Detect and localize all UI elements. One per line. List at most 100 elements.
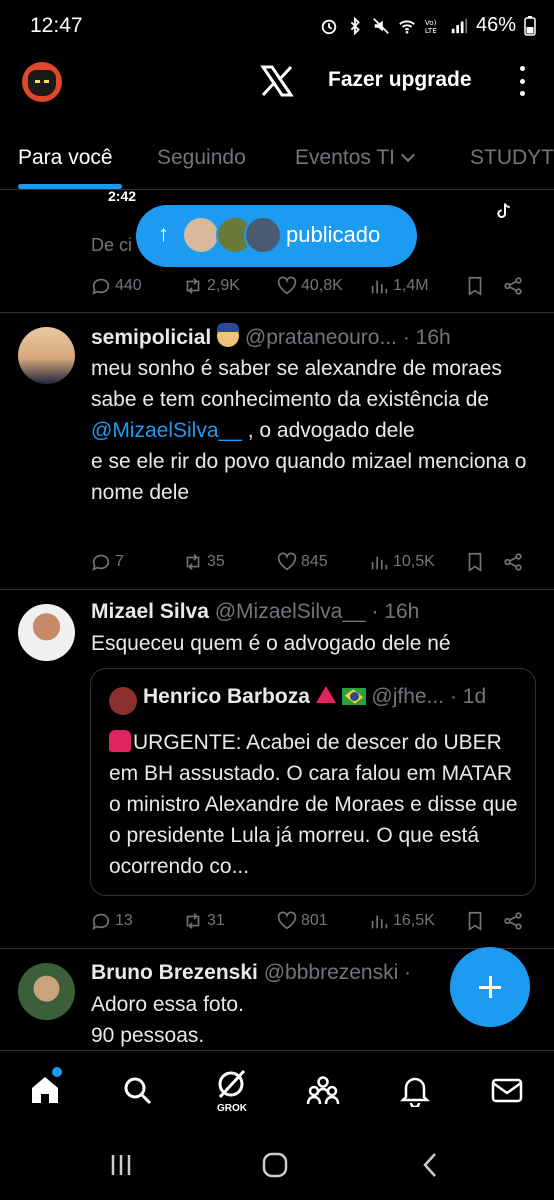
repost-icon (186, 278, 200, 294)
post-divider (0, 312, 554, 313)
author-name[interactable]: semipolicial (91, 326, 211, 349)
siren-emoji-icon (109, 730, 131, 752)
arrow-up-icon: ↑ (158, 221, 169, 246)
brazil-flag-emoji-icon (341, 688, 366, 705)
back-icon[interactable] (416, 1150, 446, 1180)
heart-icon (277, 552, 297, 571)
timeline-tabs: Para você Seguindo Eventos TI STUDYT (0, 130, 554, 190)
more-options-icon[interactable] (514, 66, 530, 96)
pill-avatar (182, 216, 220, 254)
tab-eventos-ti-label: Eventos TI (295, 146, 395, 169)
reply-icon (92, 278, 110, 295)
post-header: semipolicial @prataneouro... · 16h (91, 323, 451, 350)
red-triangle-emoji-icon (315, 686, 336, 703)
svg-text:LTE: LTE (425, 26, 437, 35)
mention-link[interactable]: @MizaelSilva__ (91, 419, 242, 442)
tiktok-icon (497, 203, 510, 218)
new-posts-label: publicado (286, 222, 381, 247)
reply-button[interactable]: 13 (90, 910, 133, 932)
search-icon[interactable] (120, 1073, 156, 1109)
notifications-icon[interactable] (398, 1073, 434, 1109)
messages-icon[interactable] (490, 1073, 526, 1109)
views-icon (371, 915, 388, 929)
author-name[interactable]: Bruno Brezenski (91, 961, 258, 984)
bookmark-button[interactable] (464, 910, 489, 932)
quoted-post-card[interactable]: Henrico Barboza @jfhe... · 1d URGENTE: A… (90, 668, 536, 896)
post-divider (0, 589, 554, 590)
bookmark-button[interactable] (464, 275, 489, 297)
author-avatar[interactable] (18, 327, 75, 384)
mute-icon (373, 17, 389, 34)
views-button[interactable]: 1,4M (368, 275, 429, 297)
tab-studyt[interactable]: STUDYT (470, 146, 554, 170)
share-button[interactable] (502, 910, 527, 932)
new-posts-button[interactable]: ↑ publicado (136, 205, 417, 267)
volte-icon: Vo)LTE (425, 18, 437, 35)
author-name[interactable]: Mizael Silva (91, 600, 209, 623)
like-button[interactable]: 40,8K (276, 275, 343, 297)
post-time: · 16h (371, 600, 420, 623)
repost-icon (186, 554, 200, 570)
repost-button[interactable]: 35 (182, 551, 225, 573)
post-text: Esqueceu quem é o advogado dele né (91, 632, 451, 655)
share-icon (504, 553, 522, 571)
reply-icon (92, 913, 110, 930)
post-text: meu sonho é saber se alexandre de moraes… (91, 353, 531, 508)
like-button[interactable]: 801 (276, 910, 328, 932)
author-handle[interactable]: @bbbrezenski (264, 961, 399, 984)
x-logo-icon[interactable] (260, 64, 294, 98)
post-text-part: 90 pessoas. (91, 1024, 205, 1047)
bottom-navigation: GROK (0, 1050, 554, 1130)
post-actions: 13 31 801 16,5K (90, 910, 530, 940)
reply-icon (92, 554, 110, 571)
views-button[interactable]: 16,5K (368, 910, 435, 932)
post-caption-partial: De ci (91, 235, 133, 255)
reply-button[interactable]: 440 (90, 275, 142, 297)
timeline-feed[interactable]: 2:42 De ci ↑ publicado 440 2,9K 40,8K 1,… (0, 191, 554, 1049)
compose-post-button[interactable] (450, 947, 530, 1027)
views-icon (371, 556, 388, 570)
author-handle[interactable]: @prataneouro... (245, 326, 397, 349)
quoted-post-text-content: URGENTE: Acabei de descer do UBER em BH … (109, 731, 518, 878)
bookmark-icon (468, 276, 482, 296)
like-button[interactable]: 845 (276, 551, 328, 573)
post-time: · 16h (402, 326, 451, 349)
home-icon[interactable] (28, 1073, 64, 1109)
tab-seguindo[interactable]: Seguindo (157, 146, 246, 170)
home-button-icon[interactable] (260, 1150, 290, 1180)
author-avatar[interactable] (18, 604, 75, 661)
bookmark-icon (468, 552, 482, 572)
post-time: · (404, 961, 412, 984)
bookmark-button[interactable] (464, 551, 489, 573)
active-tab-indicator (18, 184, 122, 189)
grok-label: GROK (217, 1103, 247, 1114)
grok-icon[interactable] (214, 1067, 250, 1103)
recent-apps-icon[interactable] (106, 1150, 136, 1180)
upgrade-button[interactable]: Fazer upgrade (328, 68, 472, 92)
post-actions: 7 35 845 10,5K (90, 551, 530, 581)
quoted-post-header: Henrico Barboza @jfhe... · 1d (143, 685, 486, 709)
profile-avatar-button[interactable] (22, 62, 62, 102)
share-button[interactable] (502, 275, 527, 297)
author-handle[interactable]: @MizaelSilva__ (215, 600, 366, 623)
post-header: Bruno Brezenski @bbbrezenski · (91, 961, 411, 985)
post-text-part: e se ele rir do povo quando mizael menci… (91, 450, 527, 504)
share-button[interactable] (502, 551, 527, 573)
post-header: Mizael Silva @MizaelSilva__ · 16h (91, 600, 419, 624)
post-actions: 440 2,9K 40,8K 1,4M (90, 275, 530, 305)
tab-para-voce[interactable]: Para você (18, 146, 113, 170)
tab-eventos-ti[interactable]: Eventos TI (295, 146, 416, 170)
author-avatar[interactable] (18, 963, 75, 1020)
wifi-icon (399, 20, 415, 34)
repost-button[interactable]: 31 (182, 910, 225, 932)
status-bar: 12:47 Vo) LTE 46% (0, 0, 554, 52)
repost-button[interactable]: 2,9K (182, 275, 240, 297)
communities-icon[interactable] (306, 1073, 342, 1109)
views-button[interactable]: 10,5K (368, 551, 435, 573)
police-officer-emoji-icon (217, 323, 240, 347)
bluetooth-icon (350, 16, 360, 35)
post-divider (0, 948, 554, 949)
repost-icon (186, 913, 200, 929)
pill-avatar (244, 216, 282, 254)
reply-button[interactable]: 7 (90, 551, 124, 573)
